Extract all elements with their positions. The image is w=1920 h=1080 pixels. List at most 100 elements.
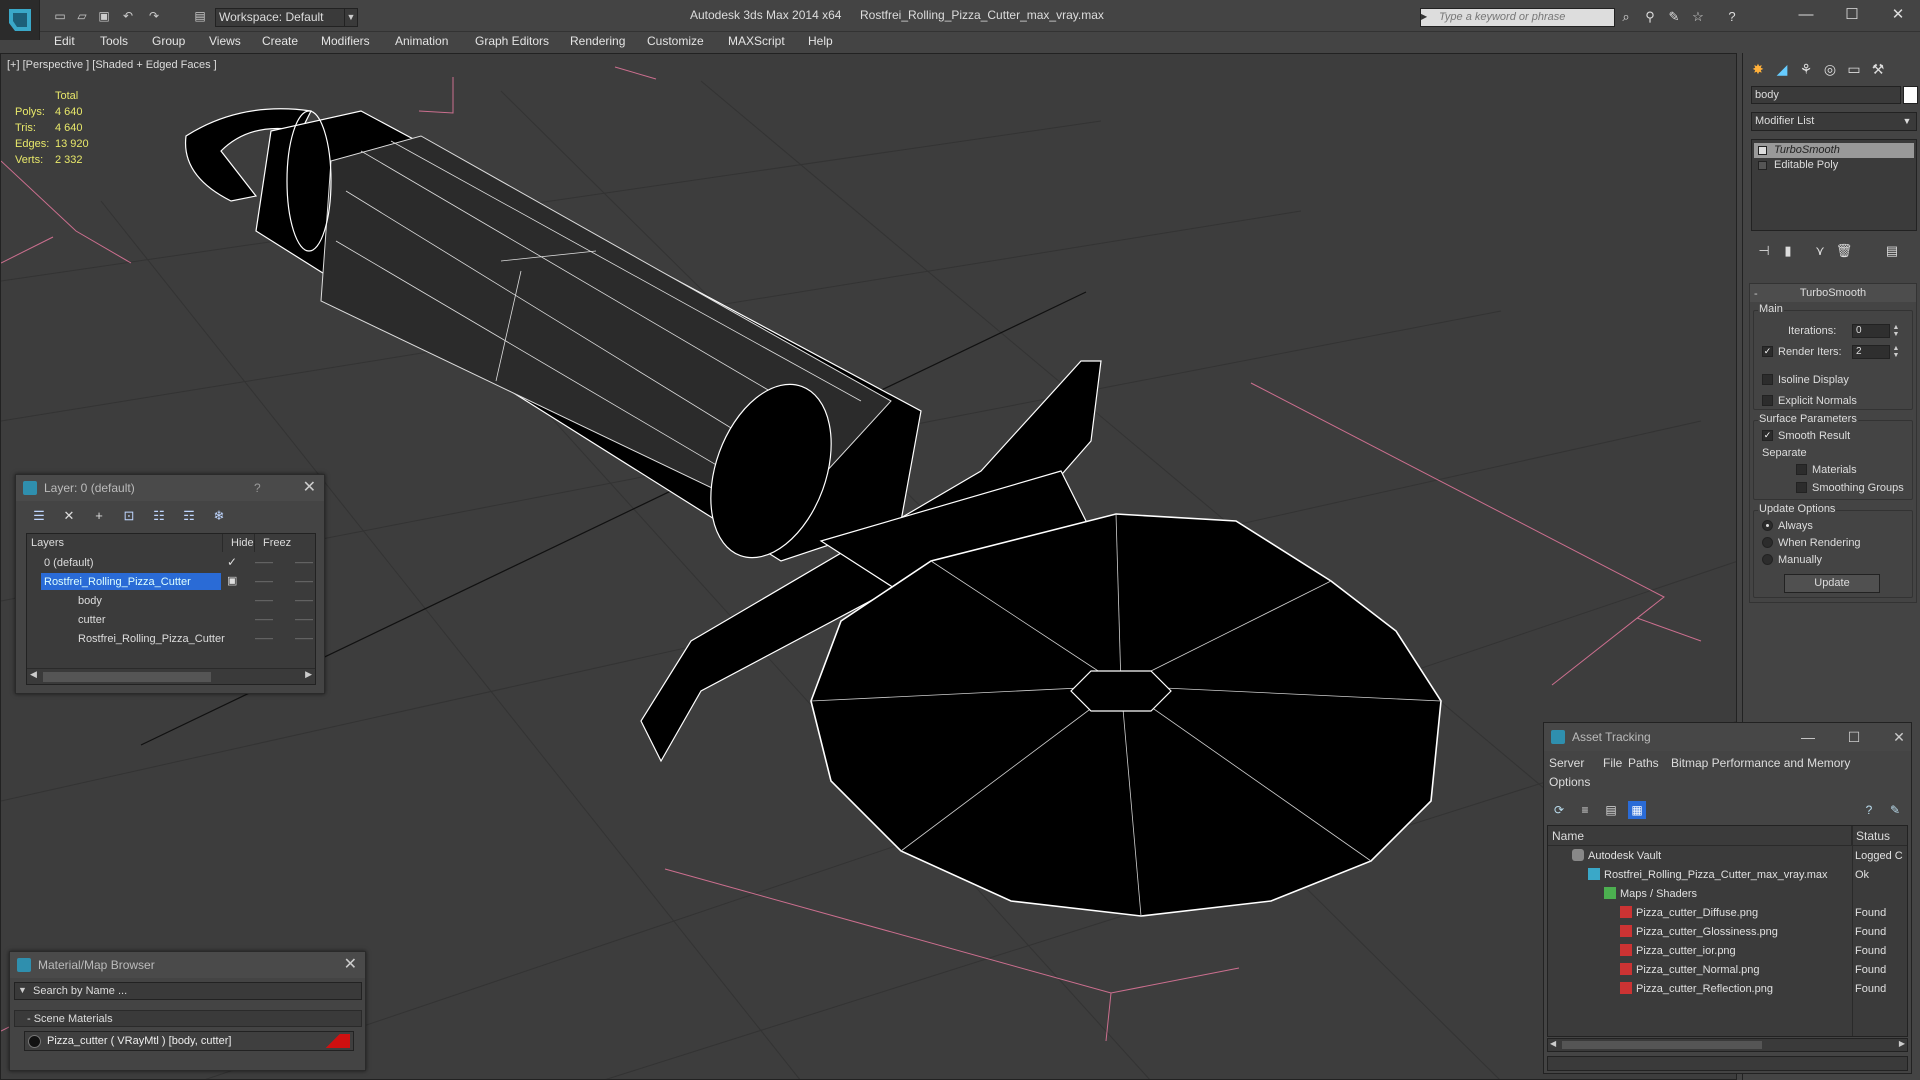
binoculars-icon[interactable]: ⌕ [1617,9,1635,25]
menu-graph-editors[interactable]: Graph Editors [475,34,549,48]
freeze-all-layers-icon[interactable]: ❄ [210,507,228,525]
menu-maxscript[interactable]: MAXScript [728,34,785,48]
freeze-toggle[interactable]: —— [295,553,313,572]
maximize-icon[interactable]: ☐ [1838,4,1866,26]
layer-panel-title-bar[interactable]: Layer: 0 (default) ? ✕ [16,475,324,501]
project-folder-icon[interactable]: ▤ [192,9,208,23]
favorites-star-icon[interactable]: ☆ [1689,9,1707,25]
close-icon[interactable]: ✕ [1884,4,1912,26]
help-icon[interactable]: ? [1860,801,1878,819]
chevron-left-icon[interactable]: ◀ [1550,1039,1556,1048]
col-layers[interactable]: Layers [27,534,223,552]
new-file-icon[interactable]: ▭ [52,9,68,23]
grid-view-icon[interactable]: ▦ [1628,801,1646,819]
minimize-icon[interactable]: — [1794,723,1822,751]
chevron-right-icon[interactable]: ▶ [1899,1039,1905,1048]
app-logo-icon[interactable] [0,0,40,40]
explicit-normals-checkbox[interactable] [1762,395,1773,406]
settings-icon[interactable]: ✎ [1886,801,1904,819]
scene-materials-group[interactable]: - Scene Materials [14,1010,362,1027]
viewport-label[interactable]: [+] [Perspective ] [Shaded + Edged Faces… [7,59,217,71]
object-name-field[interactable]: body [1751,86,1901,104]
when-rendering-radio[interactable] [1762,537,1773,548]
menu-options[interactable]: Options [1549,775,1590,789]
hide-toggle[interactable]: —— [255,610,273,629]
scrollbar-thumb[interactable] [1562,1041,1762,1049]
col-status[interactable]: Status [1852,826,1907,846]
asset-row[interactable]: Pizza_cutter_ior.png Found [1548,942,1907,961]
stack-item-turbosmooth[interactable]: TurboSmooth [1754,143,1914,158]
close-icon[interactable]: ✕ [303,475,316,501]
configure-sets-icon[interactable]: ▤ [1883,243,1901,263]
table-view-icon[interactable]: ▤ [1602,801,1620,819]
collapse-icon[interactable]: - [1754,285,1758,303]
spinner-arrows-icon[interactable]: ▲ ▼ [1891,324,1901,338]
hide-all-layers-icon[interactable]: ☶ [180,507,198,525]
menu-customize[interactable]: Customize [647,34,704,48]
horizontal-scrollbar[interactable]: ◀ ▶ [1547,1038,1908,1052]
make-unique-icon[interactable]: ⋎ [1811,243,1829,263]
freeze-toggle[interactable]: —— [295,610,313,629]
freeze-toggle[interactable]: —— [295,629,313,648]
chevron-left-icon[interactable]: ◀ [30,669,37,680]
refresh-icon[interactable]: ⟳ [1550,801,1568,819]
save-file-icon[interactable]: ▣ [96,9,112,23]
highlight-layer-icon[interactable]: ☷ [150,507,168,525]
asset-row[interactable]: Rostfrei_Rolling_Pizza_Cutter_max_vray.m… [1548,866,1907,885]
scrollbar-thumb[interactable] [43,672,211,682]
pin-stack-icon[interactable]: ⊣ [1755,243,1773,263]
new-layer-icon[interactable]: ☰ [30,507,48,525]
help-icon[interactable]: ? [1723,9,1741,25]
menu-file[interactable]: File [1603,756,1622,770]
open-file-icon[interactable]: ▱ [74,9,90,23]
checkmark-icon[interactable]: ✓ [227,553,237,572]
expand-icon[interactable] [1758,161,1767,170]
lightbulb-icon[interactable] [1758,146,1767,155]
update-button[interactable]: Update [1784,574,1880,593]
material-browser-title-bar[interactable]: Material/Map Browser ✕ [10,952,365,978]
search-icon[interactable]: ⚲ [1641,9,1659,25]
motion-tab-icon[interactable]: ◎ [1819,57,1841,81]
menu-server[interactable]: Server [1549,756,1584,770]
freeze-toggle[interactable]: —— [295,591,313,610]
freeze-toggle[interactable]: —— [295,572,313,591]
asset-tracking-title-bar[interactable]: Asset Tracking — ☐ ✕ [1544,723,1911,751]
help-icon[interactable]: ? [254,475,261,501]
rollout-header[interactable]: - TurboSmooth [1750,284,1916,302]
menu-rendering[interactable]: Rendering [570,34,625,48]
layer-row[interactable]: Rostfrei_Rolling_Pizza_Cutter ▣ —— —— [27,572,315,591]
close-icon[interactable]: ✕ [1885,723,1913,751]
material-search-input[interactable]: Search by Name ... [14,982,362,1000]
stack-item-editable-poly[interactable]: Editable Poly [1754,158,1914,173]
menu-views[interactable]: Views [209,34,241,48]
hide-toggle[interactable]: —— [255,629,273,648]
isoline-display-checkbox[interactable] [1762,374,1773,385]
hierarchy-tab-icon[interactable]: ⚘ [1795,57,1817,81]
hide-toggle[interactable]: —— [255,591,273,610]
always-radio[interactable] [1762,520,1773,531]
active-layer-icon[interactable]: ▣ [227,572,237,591]
modifier-list-dropdown[interactable]: Modifier List [1751,112,1917,131]
menu-tools[interactable]: Tools [100,34,128,48]
create-tab-icon[interactable]: ✸ [1747,57,1769,81]
layer-row[interactable]: 0 (default) ✓ —— —— [27,553,315,572]
display-tab-icon[interactable]: ▭ [1843,57,1865,81]
menu-group[interactable]: Group [152,34,185,48]
keyword-search-input[interactable]: Type a keyword or phrase [1420,8,1615,27]
chevron-down-icon[interactable]: ▼ [1898,113,1916,130]
horizontal-scrollbar[interactable]: ◀ ▶ [27,668,315,684]
maximize-icon[interactable]: ☐ [1840,723,1868,751]
modify-tab-icon[interactable]: ◢ [1771,57,1793,81]
show-end-result-icon[interactable]: ▮ [1779,243,1797,263]
undo-icon[interactable]: ↶ [120,9,136,23]
render-iters-spinner[interactable]: 2 [1852,345,1890,359]
chevron-right-icon[interactable]: ▶ [305,669,312,680]
chevron-down-icon[interactable]: ▼ [18,985,27,995]
layer-row[interactable]: Rostfrei_Rolling_Pizza_Cutter —— —— [27,629,315,648]
menu-create[interactable]: Create [262,34,298,48]
communication-icon[interactable]: ✎ [1665,9,1683,25]
render-iters-checkbox[interactable]: ✓ [1762,346,1773,357]
list-view-icon[interactable]: ≡ [1576,801,1594,819]
col-name[interactable]: Name [1548,826,1852,846]
menu-help[interactable]: Help [808,34,833,48]
